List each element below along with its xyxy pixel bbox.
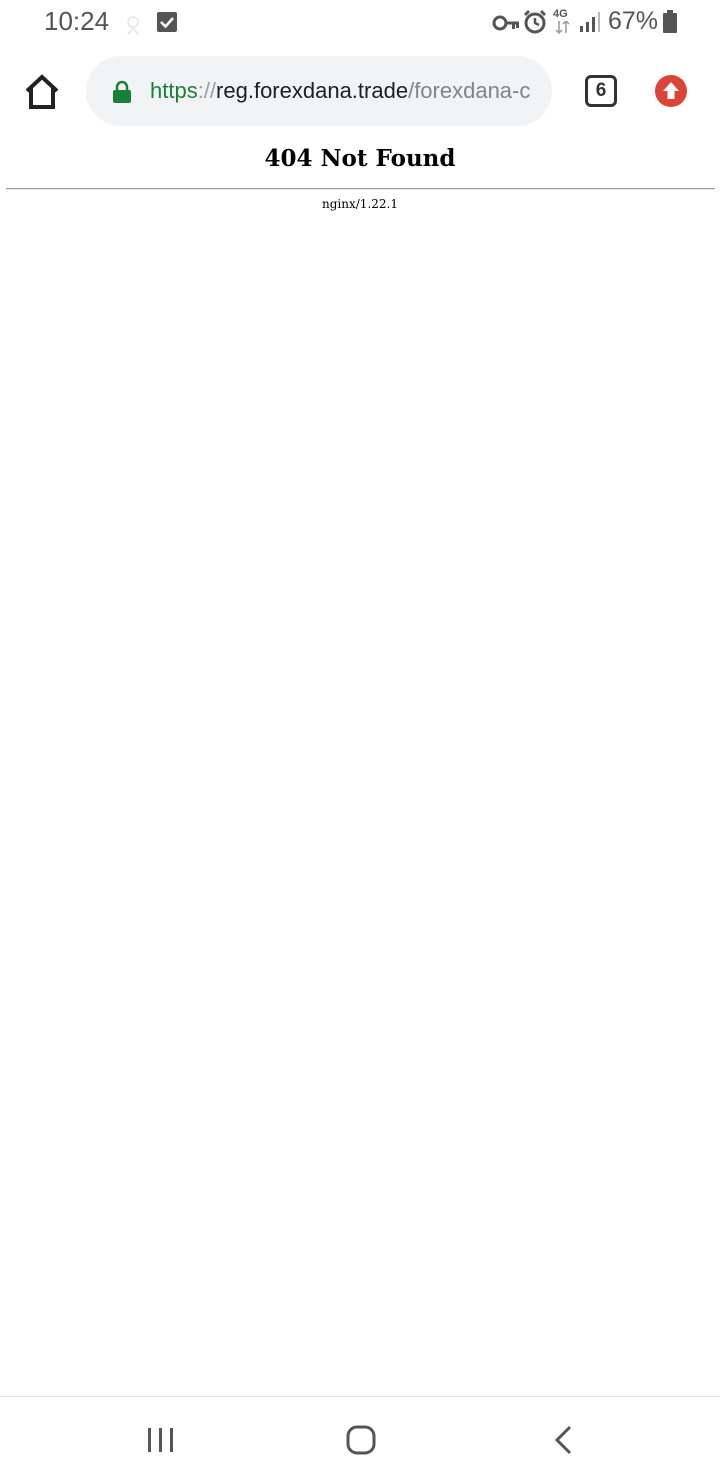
url-path: /forexdana-c — [408, 78, 531, 103]
network-type-label: 4G — [553, 8, 568, 20]
mobile-data-icon: 4G — [553, 8, 573, 36]
checkbox-notification-icon — [157, 12, 177, 37]
browser-toolbar: https://reg.forexdana.trade/forexdana-c … — [0, 46, 720, 140]
web-page: 404 Not Found nginx/1.22.1 — [0, 140, 720, 1396]
status-time: 10:24 — [44, 6, 110, 36]
url-text[interactable]: https://reg.forexdana.trade/forexdana-c — [150, 78, 540, 104]
url-scheme: https — [150, 78, 198, 103]
notification-placeholder-icon — [124, 14, 142, 41]
horizontal-rule — [6, 188, 715, 190]
tab-switcher-button[interactable]: 6 — [585, 75, 617, 107]
alarm-icon — [522, 9, 548, 40]
vpn-key-icon — [492, 14, 520, 37]
battery-icon — [662, 10, 678, 39]
server-signature: nginx/1.22.1 — [322, 197, 398, 211]
back-icon[interactable] — [552, 1425, 576, 1460]
page-heading: 404 Not Found — [264, 145, 456, 172]
navigation-bar — [0, 1396, 720, 1480]
url-separator: :// — [197, 78, 217, 103]
home-icon — [25, 74, 59, 109]
signal-icon — [579, 11, 601, 38]
recent-apps-icon[interactable] — [146, 1425, 176, 1460]
home-nav-icon[interactable] — [346, 1425, 376, 1460]
status-bar: 10:24 4G 67% — [0, 0, 720, 46]
battery-percent: 67% — [608, 7, 659, 35]
update-icon — [655, 75, 687, 107]
update-button[interactable] — [655, 75, 687, 107]
lock-icon — [112, 80, 132, 109]
url-host: reg.forexdana.trade — [216, 78, 409, 103]
url-bar[interactable]: https://reg.forexdana.trade/forexdana-c — [86, 56, 552, 126]
home-button[interactable] — [22, 72, 62, 112]
